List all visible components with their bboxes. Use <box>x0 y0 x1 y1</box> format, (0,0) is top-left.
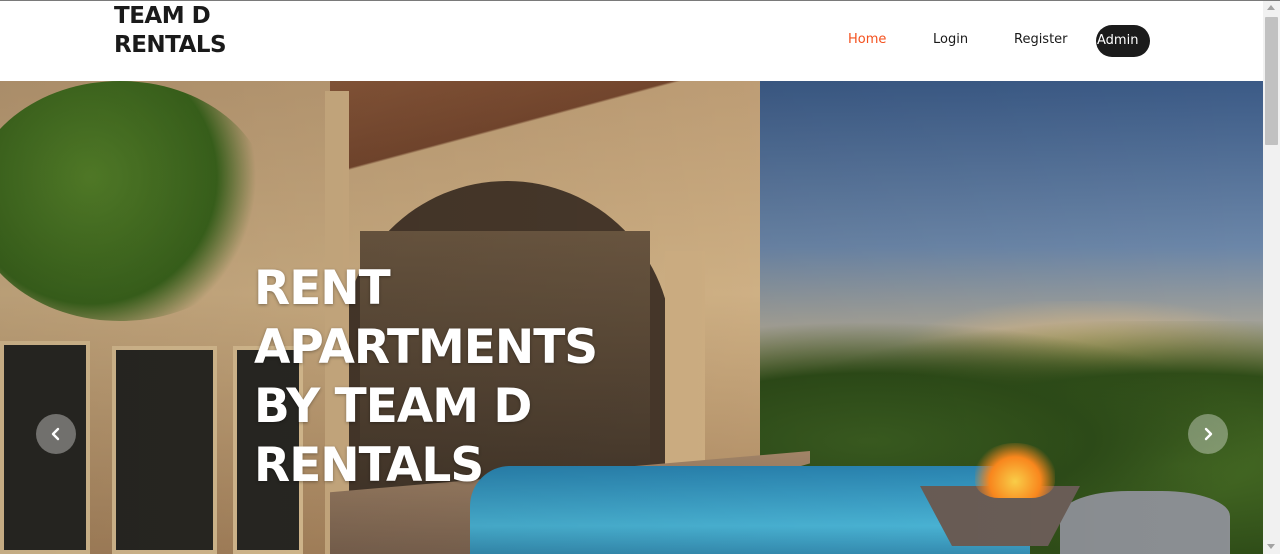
nav-home-link[interactable]: Home <box>848 32 886 47</box>
carousel-next-button[interactable] <box>1188 414 1228 454</box>
navbar: TEAM D RENTALS Home Login Register Admin <box>0 1 1263 81</box>
hero-title: RENT APARTMENTS BY TEAM D RENTALS <box>254 259 674 495</box>
hero-title-line: RENT <box>254 261 391 316</box>
page-scrollbar[interactable] <box>1263 1 1280 554</box>
hero-title-line: APARTMENTS <box>254 320 598 375</box>
brand-logo[interactable]: TEAM D RENTALS <box>114 2 244 60</box>
carousel-prev-button[interactable] <box>36 414 76 454</box>
hero-title-line: RENTALS <box>254 438 484 493</box>
scroll-down-icon[interactable] <box>1267 544 1275 549</box>
scroll-up-icon[interactable] <box>1267 5 1275 10</box>
brand-line-2: RENTALS <box>114 32 227 58</box>
nav-login-link[interactable]: Login <box>933 32 968 47</box>
hero-carousel: RENT APARTMENTS BY TEAM D RENTALS <box>0 81 1263 554</box>
chevron-right-icon <box>1204 427 1213 441</box>
chevron-left-icon <box>51 427 60 441</box>
admin-button[interactable]: Admin <box>1096 25 1150 57</box>
hero-title-line: BY TEAM D <box>254 379 532 434</box>
scrollbar-thumb[interactable] <box>1265 17 1278 145</box>
nav-register-link[interactable]: Register <box>1014 32 1068 47</box>
brand-line-1: TEAM D <box>114 3 211 29</box>
